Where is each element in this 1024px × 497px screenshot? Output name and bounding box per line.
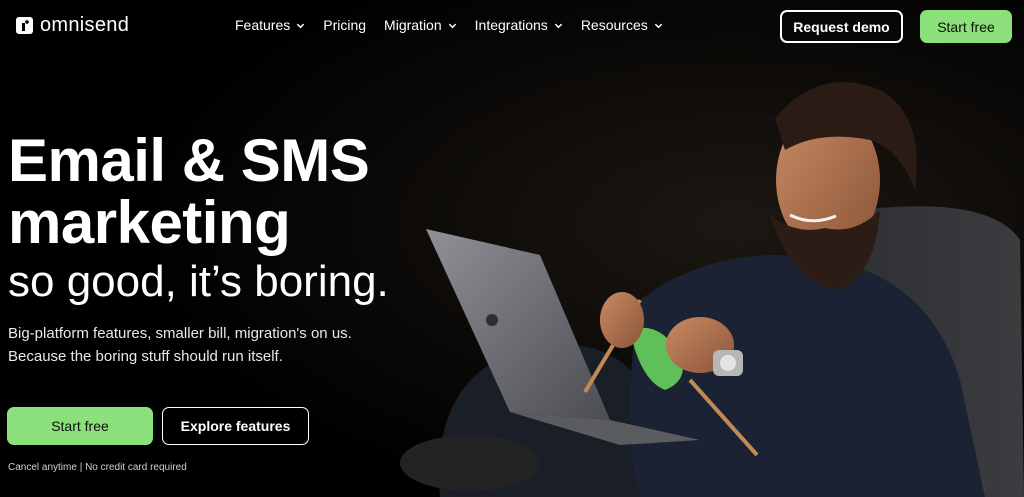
request-demo-button[interactable]: Request demo <box>780 10 903 43</box>
chevron-down-icon <box>448 23 456 28</box>
brand-name: omnisend <box>40 14 130 36</box>
nav-item-label: Resources <box>580 17 648 33</box>
chevron-down-icon <box>297 23 305 28</box>
chevron-down-icon <box>554 23 562 28</box>
hero-headline-line2: marketing <box>8 189 291 256</box>
nav-item-label: Pricing <box>323 17 367 33</box>
nav-item-label: Integrations <box>474 17 548 33</box>
nav-item-label: Features <box>235 17 291 33</box>
explore-features-button[interactable]: Explore features <box>162 407 309 445</box>
brand-logo[interactable]: omnisend <box>16 14 129 37</box>
hero-subtext-line1: Big-platform features, smaller bill, mig… <box>8 325 352 342</box>
omnisend-logo-icon <box>16 17 33 34</box>
start-free-button[interactable]: Start free <box>7 407 153 445</box>
nav-item-migration[interactable]: Migration <box>384 17 457 33</box>
hero-headline-line1: Email & SMS <box>8 127 370 194</box>
nav-item-pricing[interactable]: Pricing <box>323 17 366 33</box>
nav-item-label: Migration <box>384 17 442 33</box>
hero-fineprint: Cancel anytime | No credit card required <box>8 462 187 473</box>
main-menu: Features Pricing Migration Integrations … <box>235 17 663 33</box>
chevron-down-icon <box>654 23 662 28</box>
hero-subtext-line2: Because the boring stuff should run itse… <box>8 348 283 365</box>
start-free-nav-button[interactable]: Start free <box>920 10 1012 43</box>
nav-item-features[interactable]: Features <box>235 17 305 33</box>
nav-item-resources[interactable]: Resources <box>581 17 663 33</box>
top-navigation: omnisend Features Pricing Migration Inte… <box>0 0 1024 52</box>
nav-item-integrations[interactable]: Integrations <box>475 17 563 33</box>
hero-subtext: Big-platform features, smaller bill, mig… <box>8 322 352 368</box>
hero-tagline: so good, it’s boring. <box>8 257 389 306</box>
